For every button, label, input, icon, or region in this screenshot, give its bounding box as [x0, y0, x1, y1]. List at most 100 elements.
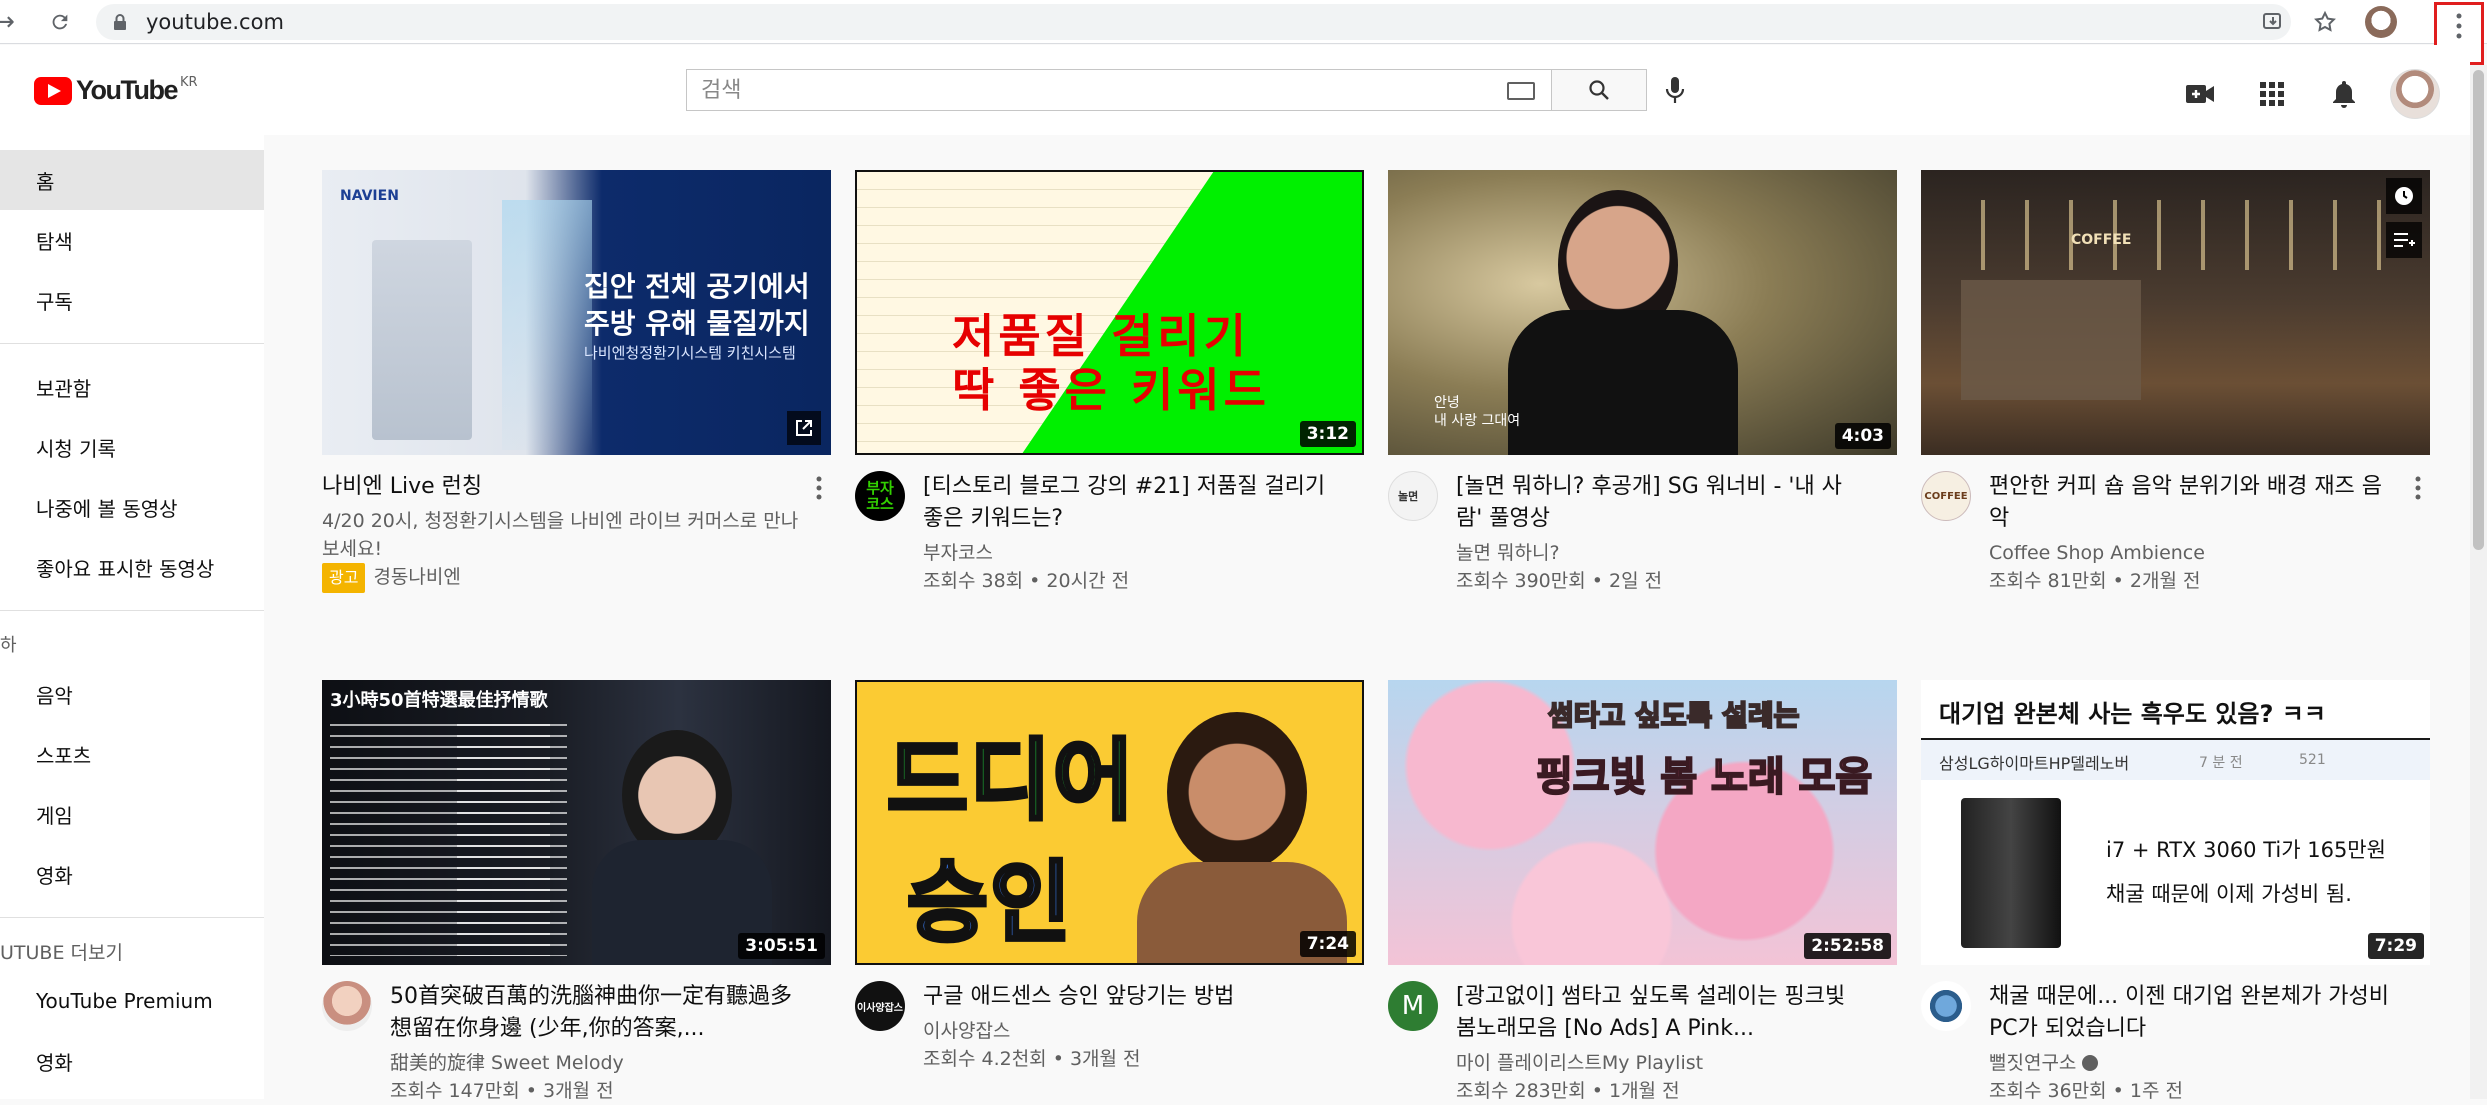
- sidebar-item-movies-2[interactable]: 영화: [0, 1031, 264, 1091]
- video-card[interactable]: 썸타고 싶도록 설레는 핑크빛 봄 노래 모음 2:52:58 M [광고없이]…: [1388, 680, 1897, 1105]
- video-thumbnail[interactable]: 3小時50首特選最佳抒情歌 3:05:51: [322, 680, 831, 965]
- video-thumbnail[interactable]: 저품질 걸리기 딱 좋은 키워드 3:12: [855, 170, 1364, 455]
- youtube-logo[interactable]: YouTube KR: [34, 75, 198, 106]
- thumb-headline-2: 딱 좋은 키워드: [952, 363, 1270, 417]
- video-title[interactable]: 50首突破百萬的洗腦神曲你一定有聽過多想留在你身邊 (少年,你的答案,...: [390, 981, 801, 1045]
- sidebar-item-explore[interactable]: 탐색: [0, 210, 264, 270]
- voice-search-button[interactable]: [1660, 75, 1690, 105]
- search-input[interactable]: [701, 77, 1481, 103]
- sidebar-item-home[interactable]: 홈: [0, 150, 264, 210]
- channel-name[interactable]: Coffee Shop Ambience: [1989, 539, 2400, 567]
- video-card[interactable]: NAVIEN 집안 전체 공기에서 주방 유해 물질까지 나비엔청정환기시스템 …: [322, 170, 831, 593]
- video-thumbnail[interactable]: 썸타고 싶도록 설레는 핑크빛 봄 노래 모음 2:52:58: [1388, 680, 1897, 965]
- channel-avatar[interactable]: [322, 981, 372, 1031]
- video-title[interactable]: [광고없이] 썸타고 싶도록 설레이는 핑크빛 봄노래모음 [No Ads] A…: [1456, 981, 1867, 1045]
- channel-avatar[interactable]: M: [1388, 981, 1438, 1031]
- video-title[interactable]: [놀면 뭐하니? 후공개] SG 워너비 - '내 사람' 풀영상: [1456, 471, 1867, 535]
- back-icon[interactable]: →: [0, 2, 24, 42]
- verified-badge-icon: [2082, 1055, 2099, 1071]
- mic-icon: [1665, 77, 1685, 103]
- thumb-figure: [372, 240, 472, 440]
- search-field: [686, 69, 1551, 111]
- ad-row: 광고 경동나비엔: [322, 563, 801, 593]
- video-card[interactable]: 저품질 걸리기 딱 좋은 키워드 3:12 부자코스 [티스토리 블로그 강의 …: [855, 170, 1364, 595]
- apps-button[interactable]: [2236, 73, 2308, 115]
- channel-name[interactable]: 경동나비엔: [373, 566, 460, 588]
- apps-grid-icon: [2260, 82, 2284, 106]
- avatar-text: M: [1401, 991, 1425, 1021]
- thumb-singer-body: [1508, 310, 1738, 455]
- channel-name[interactable]: 놀면 뭐하니?: [1456, 539, 1867, 567]
- sidebar-item-label: 영화: [36, 1050, 73, 1075]
- bookmark-star-icon[interactable]: [2313, 10, 2337, 34]
- lock-icon: [114, 14, 126, 30]
- video-thumbnail[interactable]: NAVIEN 집안 전체 공기에서 주방 유해 물질까지 나비엔청정환기시스템 …: [322, 170, 831, 455]
- sidebar-item-subscriptions[interactable]: 구독: [0, 270, 264, 330]
- more-vert-icon: [2415, 476, 2421, 500]
- sidebar-item-movies[interactable]: 영화: [0, 844, 264, 904]
- video-duration: 2:52:58: [1804, 933, 1891, 959]
- thumb-airflow: [502, 200, 592, 450]
- sidebar-item-label: 구독: [36, 289, 73, 314]
- keyboard-icon[interactable]: [1507, 82, 1535, 100]
- sidebar-item-label: 보관함: [36, 376, 92, 401]
- sidebar-item-sports[interactable]: 스포츠: [0, 724, 264, 784]
- video-card[interactable]: 드디어 승인 7:24 이사양잡스 구글 애드센스 승인 앞당기는 방법 이사양…: [855, 680, 1364, 1073]
- channel-name[interactable]: 부자코스: [923, 539, 1334, 567]
- video-thumbnail[interactable]: 대기업 완본체 사는 흑우도 있음? ㅋㅋ 삼성LG하이마트HP델레노버 7 분…: [1921, 680, 2430, 965]
- video-thumbnail[interactable]: 드디어 승인 7:24: [855, 680, 1364, 965]
- sidebar-item-liked-videos[interactable]: 좋아요 표시한 동영상: [0, 537, 264, 597]
- video-title[interactable]: 나비엔 Live 런칭: [322, 471, 801, 503]
- channel-name[interactable]: 뻘짓연구소: [1989, 1052, 2076, 1074]
- watch-later-icon[interactable]: [2386, 178, 2422, 214]
- search-button[interactable]: [1551, 69, 1647, 111]
- video-title[interactable]: [티스토리 블로그 강의 #21] 저품질 걸리기 좋은 키워드는?: [923, 471, 1334, 535]
- thumb-building: [1961, 280, 2141, 400]
- video-menu-button[interactable]: [2406, 473, 2430, 503]
- sidebar-item-label: 나중에 볼 동영상: [36, 496, 178, 521]
- channel-avatar[interactable]: [1921, 981, 1971, 1031]
- video-thumbnail[interactable]: 안녕 내 사랑 그대여 4:03: [1388, 170, 1897, 455]
- video-title[interactable]: 구글 애드센스 승인 앞당기는 방법: [923, 981, 1334, 1013]
- channel-avatar[interactable]: COFFEE: [1921, 471, 1971, 521]
- channel-name[interactable]: 甜美的旋律 Sweet Melody: [390, 1049, 801, 1077]
- address-bar[interactable]: youtube.com: [96, 4, 2291, 40]
- sidebar-item-watch-later[interactable]: 나중에 볼 동영상: [0, 477, 264, 537]
- search-bar: [686, 69, 1647, 111]
- scrollbar-thumb[interactable]: [2473, 70, 2484, 550]
- sidebar-item-youtube-premium[interactable]: YouTube Premium: [0, 971, 264, 1031]
- bell-icon: [2333, 81, 2355, 108]
- notifications-button[interactable]: [2308, 73, 2380, 115]
- sidebar-item-library[interactable]: 보관함: [0, 357, 264, 417]
- channel-avatar[interactable]: 놀면: [1388, 471, 1438, 521]
- video-card[interactable]: COFFEE COFFEE 편안한 커피 숍 음악 분위기와 배경 재즈 음악 …: [1921, 170, 2430, 595]
- video-menu-button[interactable]: [807, 473, 831, 503]
- sidebar-item-label: 스포츠: [36, 743, 92, 768]
- sidebar-divider: [0, 610, 264, 611]
- more-vert-icon: [2456, 13, 2462, 39]
- video-thumbnail[interactable]: COFFEE: [1921, 170, 2430, 455]
- sidebar-item-history[interactable]: 시청 기록: [0, 417, 264, 477]
- sidebar-item-music[interactable]: 음악: [0, 664, 264, 724]
- create-video-button[interactable]: [2164, 73, 2236, 115]
- install-icon[interactable]: [2261, 10, 2285, 34]
- channel-avatar[interactable]: 이사양잡스: [855, 981, 905, 1031]
- sidebar-item-gaming[interactable]: 게임: [0, 784, 264, 844]
- video-meta: 나비엔 Live 런칭 4/20 20시, 청정환기시스템을 나비엔 라이브 커…: [322, 471, 831, 593]
- video-text: 50首突破百萬的洗腦神曲你一定有聽過多想留在你身邊 (少年,你的答案,... 甜…: [390, 981, 831, 1105]
- video-card[interactable]: 대기업 완본체 사는 흑우도 있음? ㅋㅋ 삼성LG하이마트HP델레노버 7 분…: [1921, 680, 2430, 1105]
- logo-text: YouTube: [76, 75, 178, 105]
- add-to-queue-icon[interactable]: [2386, 222, 2422, 258]
- video-card[interactable]: 안녕 내 사랑 그대여 4:03 놀면 [놀면 뭐하니? 후공개] SG 워너비…: [1388, 170, 1897, 595]
- video-title[interactable]: 편안한 커피 숍 음악 분위기와 배경 재즈 음악: [1989, 471, 2400, 535]
- video-title[interactable]: 채굴 때문에... 이젠 대기업 완본체가 가성비 PC가 되었습니다: [1989, 981, 2400, 1045]
- channel-name[interactable]: 이사양잡스: [923, 1017, 1334, 1045]
- external-link-icon[interactable]: [787, 411, 821, 445]
- channel-avatar[interactable]: 부자코스: [855, 471, 905, 521]
- video-card[interactable]: 3小時50首特選最佳抒情歌 3:05:51 50首突破百萬的洗腦神曲你一定有聽過…: [322, 680, 831, 1105]
- reload-icon[interactable]: [40, 2, 80, 42]
- sidebar-item-label: YouTube Premium: [36, 989, 213, 1013]
- profile-avatar-icon[interactable]: [2365, 6, 2397, 38]
- channel-name[interactable]: 마이 플레이리스트My Playlist: [1456, 1049, 1867, 1077]
- account-avatar[interactable]: [2390, 69, 2440, 119]
